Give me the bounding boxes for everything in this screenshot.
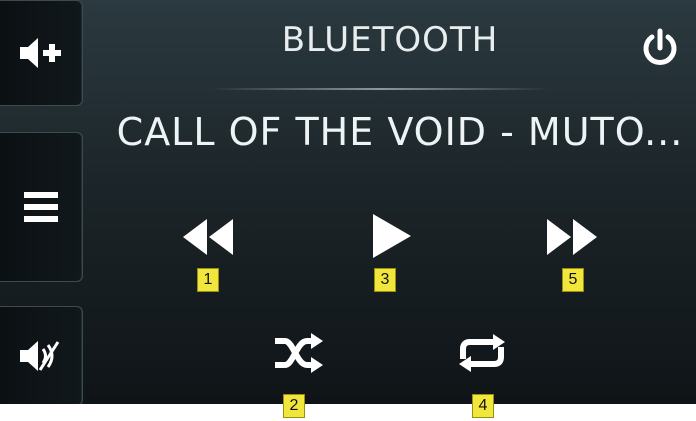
menu-button[interactable] bbox=[0, 132, 83, 282]
shuffle-icon bbox=[275, 333, 323, 373]
rewind-button[interactable] bbox=[174, 212, 240, 262]
menu-icon bbox=[24, 192, 58, 222]
page-title: BLUETOOTH bbox=[281, 20, 499, 60]
shuffle-button[interactable] bbox=[268, 330, 328, 376]
title-divider bbox=[210, 88, 550, 90]
play-icon bbox=[373, 214, 411, 258]
play-button[interactable] bbox=[360, 208, 420, 264]
volume-up-button[interactable] bbox=[0, 0, 83, 106]
now-playing-track: CALL OF THE VOID - MUTO... bbox=[116, 110, 684, 154]
callout-badge-rewind: 1 bbox=[197, 268, 219, 292]
mute-button[interactable] bbox=[0, 306, 83, 404]
rewind-icon bbox=[183, 219, 233, 255]
fast-forward-button[interactable] bbox=[540, 212, 606, 262]
repeat-button[interactable] bbox=[452, 330, 512, 376]
volume-up-icon bbox=[20, 38, 61, 68]
power-button[interactable] bbox=[636, 24, 684, 72]
repeat-icon bbox=[459, 334, 505, 372]
callout-badge-play: 3 bbox=[374, 268, 396, 292]
callout-badge-shuffle: 2 bbox=[283, 394, 305, 418]
fast-forward-icon bbox=[547, 219, 597, 255]
power-icon bbox=[643, 28, 677, 65]
callout-badge-fast-forward: 5 bbox=[562, 268, 584, 292]
bluetooth-audio-screen: BLUETOOTH CALL OF THE VOID - MUTO... 1 3… bbox=[0, 0, 696, 404]
callout-badge-repeat: 4 bbox=[472, 394, 494, 418]
mute-icon bbox=[20, 341, 60, 371]
